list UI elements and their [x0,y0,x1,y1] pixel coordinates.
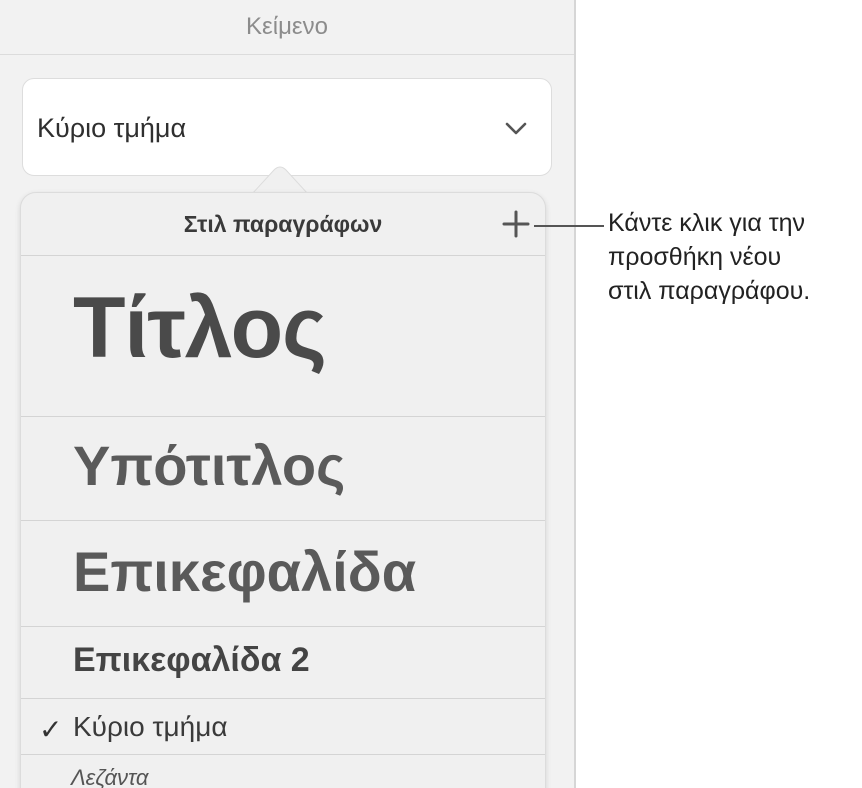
style-item-label: Υπότιτλος [73,434,346,497]
style-item-label: Κύριο τμήμα [73,711,228,742]
screenshot-canvas: Κείμενο Κύριο τμήμα Στιλ παραγράφων Τίτλ… [0,0,862,788]
style-item-label: Επικεφαλίδα [73,540,417,603]
style-item-label: Λεζάντα [71,765,149,788]
checkmark-icon: ✓ [39,714,63,745]
style-item-caption[interactable]: Λεζάντα [21,755,545,788]
style-item-label: Επικεφαλίδα 2 [73,641,310,679]
plus-icon [502,210,530,238]
style-item-label: Τίτλος [73,280,327,376]
callout-line [534,225,604,227]
callout-line-2: προσθήκη νέου [608,243,782,271]
panel-title: Κείμενο [0,0,574,55]
add-style-button[interactable] [499,207,533,241]
callout-text: Κάντε κλικ για την προσθήκη νέου στιλ πα… [608,206,858,308]
style-item-subtitle[interactable]: Υπότιτλος [21,417,545,521]
paragraph-style-dropdown[interactable]: Κύριο τμήμα [22,78,552,176]
popover-header: Στιλ παραγράφων [21,193,545,256]
style-item-heading-2[interactable]: Επικεφαλίδα 2 [21,627,545,699]
format-inspector-panel: Κείμενο Κύριο τμήμα Στιλ παραγράφων Τίτλ… [0,0,576,788]
style-item-body[interactable]: ✓ Κύριο τμήμα [21,699,545,755]
chevron-down-icon [505,122,527,135]
popover-arrow [252,166,308,194]
popover-title: Στιλ παραγράφων [183,211,383,237]
paragraph-styles-popover: Στιλ παραγράφων Τίτλος Υπότιτλος Επικεφα… [20,192,546,788]
paragraph-style-value: Κύριο τμήμα [37,113,187,143]
callout-line-1: Κάντε κλικ για την [608,209,806,237]
style-item-heading[interactable]: Επικεφαλίδα [21,521,545,627]
style-item-title[interactable]: Τίτλος [21,255,545,417]
callout-line-3: στιλ παραγράφου. [608,277,811,305]
